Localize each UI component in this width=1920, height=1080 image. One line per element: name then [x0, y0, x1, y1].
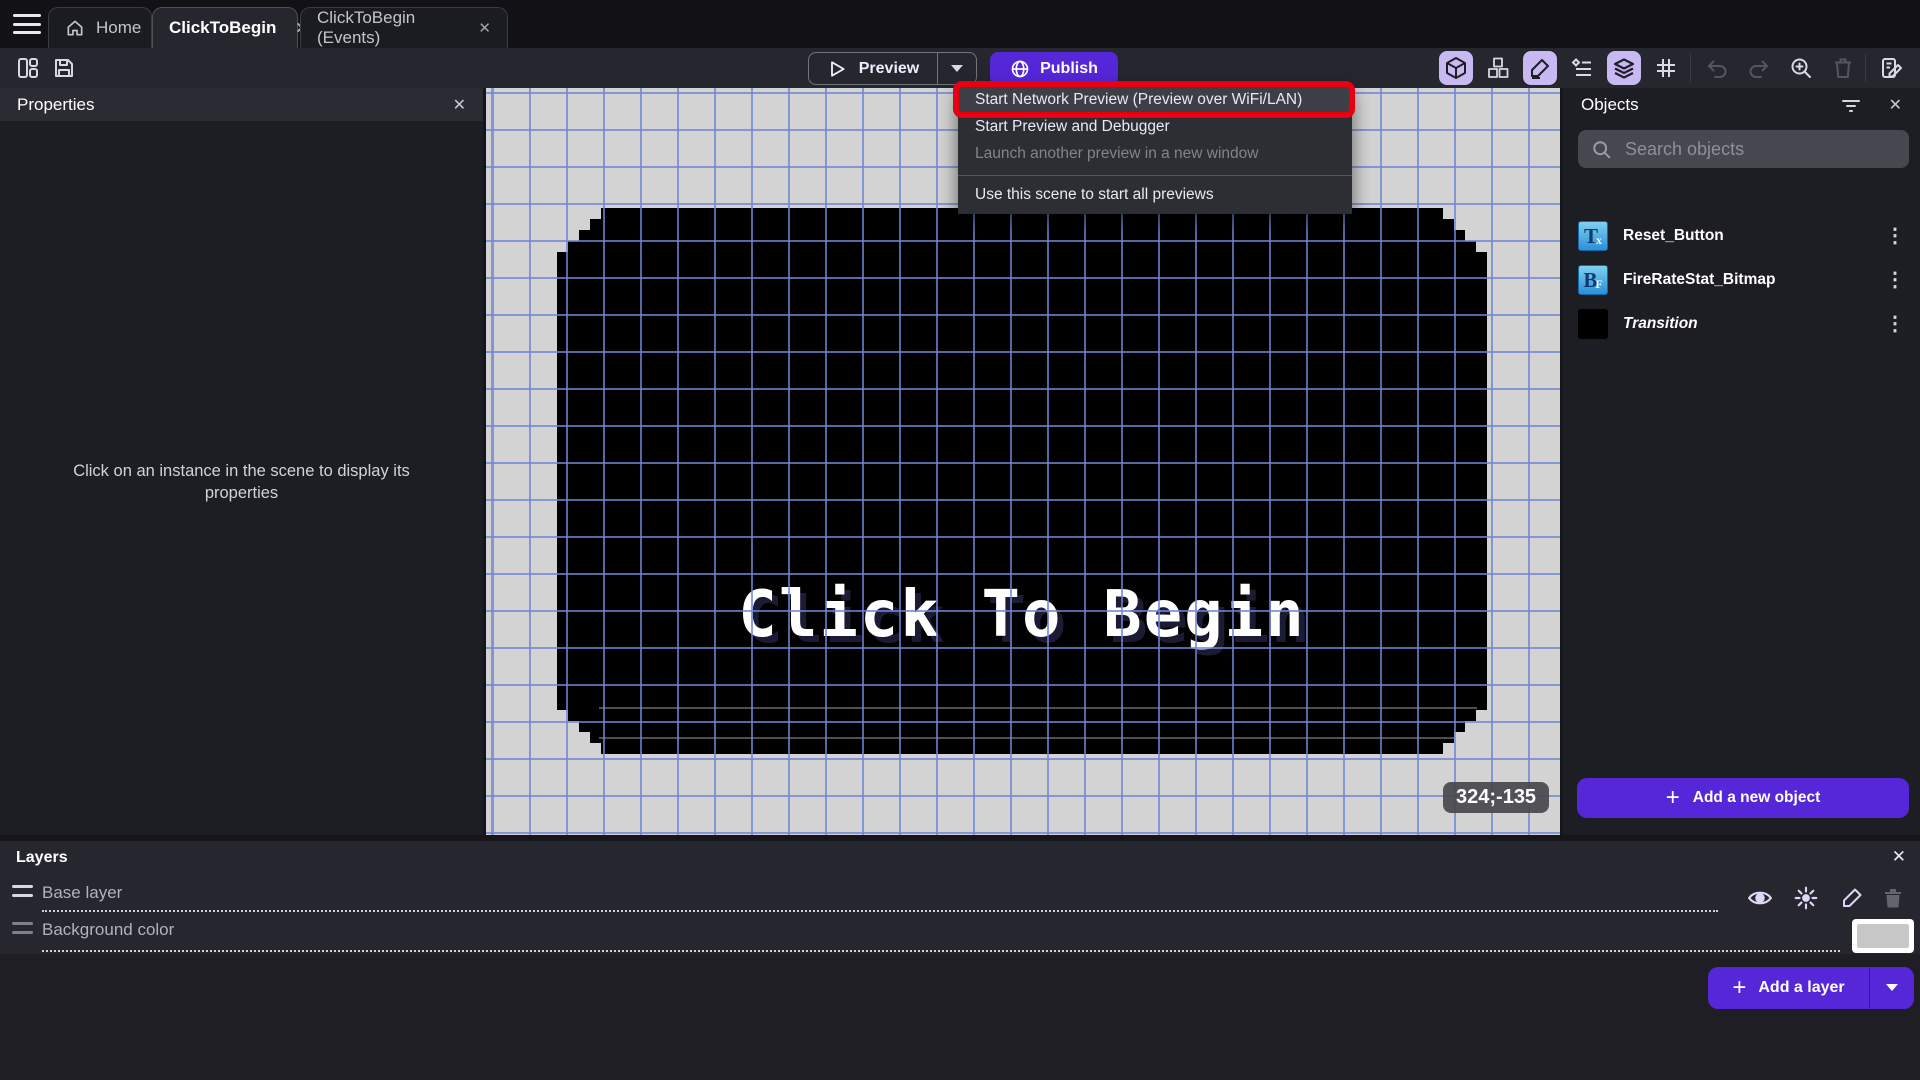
preview-dropdown-menu: Start Network Preview (Preview over WiFi… — [958, 85, 1352, 214]
instances-list-icon[interactable] — [1565, 51, 1599, 85]
layer-drag-handle[interactable] — [12, 885, 33, 897]
layers-panel-icon[interactable] — [1607, 51, 1641, 85]
object-menu-kebab-icon[interactable]: ⋮ — [1885, 314, 1905, 334]
properties-empty-hint: Click on an instance in the scene to dis… — [73, 462, 410, 503]
publish-label: Publish — [1040, 59, 1098, 77]
redo-icon[interactable] — [1742, 51, 1776, 85]
objects-panel: Objects ✕ Tx Reset_Button ⋮ BF FireRateS… — [1563, 88, 1920, 835]
toolbar-separator — [1865, 54, 1866, 82]
layer-name-base[interactable]: Base layer — [42, 883, 122, 903]
tab-bar: Home ClickToBegin ✕ ClickToBegin (Events… — [0, 0, 1920, 48]
edit-mode-icon[interactable] — [1523, 51, 1557, 85]
object-menu-kebab-icon[interactable]: ⋮ — [1885, 270, 1905, 290]
objects-header: Objects ✕ — [1563, 88, 1920, 122]
menu-item-new-window: Launch another preview in a new window — [975, 144, 1259, 162]
save-icon[interactable] — [47, 51, 81, 85]
globe-icon — [1010, 59, 1030, 79]
preview-label: Preview — [858, 59, 920, 77]
object-label: Reset_Button — [1623, 227, 1724, 244]
project-manager-icon[interactable] — [11, 51, 45, 85]
tab-scene-label: ClickToBegin — [169, 18, 277, 37]
preview-dropdown-caret[interactable] — [938, 53, 976, 84]
bottom-background — [0, 954, 1920, 1080]
add-new-object-button[interactable]: + Add a new object — [1577, 778, 1909, 818]
objects-title: Objects — [1581, 95, 1639, 114]
layers-panel: Layers ✕ Base layer Background color — [0, 841, 1920, 954]
properties-header: Properties ✕ — [0, 88, 483, 121]
sprite-object-icon — [1578, 309, 1608, 339]
add-layer-label: Add a layer — [1758, 979, 1845, 996]
tab-home[interactable]: Home — [48, 7, 152, 48]
object-label: Transition — [1623, 315, 1698, 332]
gdevelop-window: Home ClickToBegin ✕ ClickToBegin (Events… — [0, 0, 1920, 1080]
tab-scene[interactable]: ClickToBegin ✕ — [152, 7, 308, 48]
edit-events-icon[interactable] — [1875, 51, 1909, 85]
layers-close-icon[interactable]: ✕ — [1892, 847, 1906, 867]
layer-effects-icon[interactable] — [1791, 883, 1821, 913]
object-row-transition[interactable]: Transition ⋮ — [1563, 302, 1920, 346]
object-menu-kebab-icon[interactable]: ⋮ — [1885, 226, 1905, 246]
scene-decoration-line — [599, 707, 1477, 709]
plus-icon: + — [1665, 784, 1680, 811]
layer-name-underline — [42, 950, 1840, 952]
layer-name-background[interactable]: Background color — [42, 920, 174, 940]
tab-events[interactable]: ClickToBegin (Events) ✕ — [300, 7, 508, 48]
play-icon — [827, 59, 847, 79]
menu-item-network-preview[interactable]: Start Network Preview (Preview over WiFi… — [958, 86, 1352, 113]
layer-drag-handle[interactable] — [12, 922, 33, 934]
layer-visibility-eye-icon[interactable] — [1745, 883, 1775, 913]
grid-toggle-icon[interactable] — [1649, 51, 1683, 85]
menu-item-preview-debugger[interactable]: Start Preview and Debugger — [958, 113, 1352, 140]
game-scene-rect[interactable]: Click To Begin — [557, 208, 1487, 754]
text-object-icon: Tx — [1578, 221, 1608, 251]
object-icon-letter-small: x — [1596, 233, 1602, 247]
add-object-label: Add a new object — [1692, 789, 1821, 806]
zoom-in-icon[interactable] — [1784, 51, 1818, 85]
properties-title: Properties — [17, 94, 95, 114]
tab-home-label: Home — [96, 18, 142, 37]
object-label: FireRateStat_Bitmap — [1623, 271, 1776, 288]
layer-edit-pencil-icon[interactable] — [1837, 883, 1867, 913]
undo-icon[interactable] — [1700, 51, 1734, 85]
main-menu-icon[interactable] — [13, 14, 41, 34]
background-color-swatch[interactable] — [1852, 919, 1914, 953]
objects-search-input[interactable] — [1625, 138, 1896, 160]
add-layer-button[interactable]: + Add a layer — [1708, 967, 1914, 1009]
toolbar-separator — [1690, 54, 1691, 82]
preview-button[interactable]: Preview — [808, 52, 977, 85]
scene-title-text[interactable]: Click To Begin — [557, 578, 1487, 652]
scene-decoration-line — [599, 737, 1477, 739]
objects-close-icon[interactable]: ✕ — [1889, 95, 1902, 115]
plus-icon: + — [1732, 974, 1747, 1001]
cursor-coordinates-badge: 324;-135 — [1443, 782, 1550, 813]
add-layer-caret-icon[interactable] — [1870, 967, 1914, 1009]
home-icon — [65, 18, 85, 38]
layer-delete-trash-icon[interactable] — [1878, 883, 1908, 913]
objects-search-box[interactable] — [1578, 130, 1909, 168]
preview-button-main[interactable]: Preview — [809, 53, 937, 84]
toolbar: Preview Publish — [0, 48, 1920, 88]
layer-name-underline — [42, 910, 1718, 912]
properties-panel: Properties ✕ Click on an instance in the… — [0, 88, 483, 835]
object-row-fireratestat-bitmap[interactable]: BF FireRateStat_Bitmap ⋮ — [1563, 258, 1920, 302]
view-3d-icon[interactable] — [1439, 51, 1473, 85]
menu-divider — [958, 175, 1352, 176]
bitmap-font-object-icon: BF — [1578, 265, 1608, 295]
objects-filter-icon[interactable] — [1841, 96, 1861, 114]
properties-close-icon[interactable]: ✕ — [453, 95, 466, 115]
menu-item-use-scene[interactable]: Use this scene to start all previews — [958, 181, 1352, 208]
add-layer-button-main[interactable]: + Add a layer — [1708, 976, 1869, 1000]
object-icon-letter-small: F — [1595, 277, 1603, 291]
delete-icon[interactable] — [1826, 51, 1860, 85]
layers-title: Layers — [16, 849, 68, 866]
object-row-reset-button[interactable]: Tx Reset_Button ⋮ — [1563, 214, 1920, 258]
publish-button[interactable]: Publish — [990, 52, 1118, 85]
tab-events-label: ClickToBegin (Events) — [317, 8, 416, 47]
tab-events-close-icon[interactable]: ✕ — [478, 19, 491, 37]
objects-group-icon[interactable] — [1481, 51, 1515, 85]
search-icon — [1591, 139, 1612, 160]
